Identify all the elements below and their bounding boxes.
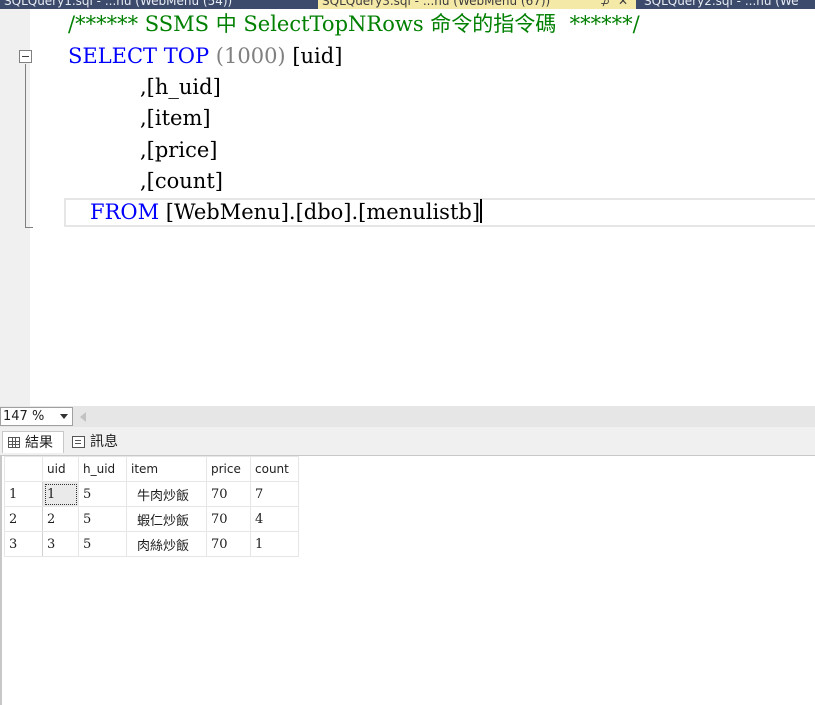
cell-uid[interactable]: 1 xyxy=(42,481,79,507)
table-row[interactable]: 3 3 5 肉絲炒飯 70 1 xyxy=(4,531,299,557)
column-line: ,[price] xyxy=(140,138,218,162)
scroll-left-icon[interactable] xyxy=(80,412,86,422)
cell-count[interactable]: 7 xyxy=(250,481,299,507)
table-row[interactable]: 1 1 5 牛肉炒飯 70 7 xyxy=(4,481,299,507)
cell-item[interactable]: 蝦仁炒飯 xyxy=(126,506,207,532)
row-number[interactable]: 3 xyxy=(4,531,43,557)
tab-results-label: 結果 xyxy=(25,435,53,451)
fold-guide-end xyxy=(25,227,33,228)
top-count: (1000) xyxy=(209,44,293,68)
column-header-h-uid[interactable]: h_uid xyxy=(78,456,127,482)
from-table: [WebMenu].[dbo].[menulistb] xyxy=(159,200,481,224)
keyword-select: SELECT xyxy=(68,44,158,68)
fold-guide xyxy=(25,64,26,227)
from-line: FROM [WebMenu].[dbo].[menulistb] xyxy=(90,197,483,228)
cell-count[interactable]: 4 xyxy=(250,506,299,532)
cell-uid[interactable]: 3 xyxy=(42,531,79,557)
text-caret xyxy=(480,199,483,223)
comment-line: /****** SSMS 中 SelectTopNRows 命令的指令碼 ***… xyxy=(68,12,640,36)
result-tabs: 結果 訊息 xyxy=(0,427,815,456)
table-row[interactable]: 2 2 5 蝦仁炒飯 70 4 xyxy=(4,506,299,532)
column-header-price[interactable]: price xyxy=(206,456,251,482)
header-row: uid h_uid item price count xyxy=(4,456,299,482)
tab-label: SQLQuery3.sql - ...nu (WebMenu (67)) xyxy=(322,0,551,8)
close-tab-icon[interactable]: ✕ xyxy=(618,0,628,9)
column-header-uid[interactable]: uid xyxy=(42,456,79,482)
tab-sqlquery3[interactable]: SQLQuery3.sql - ...nu (WebMenu (67)) ⊅ ✕ xyxy=(318,0,636,9)
results-table: uid h_uid item price count 1 1 5 牛肉炒飯 70… xyxy=(4,456,299,557)
pin-icon[interactable]: ⊅ xyxy=(600,0,610,9)
editor-status-strip: 147 % xyxy=(0,406,815,427)
tab-messages-label: 訊息 xyxy=(90,434,118,450)
select-line: SELECT TOP (1000) [uid] xyxy=(68,41,342,72)
cell-item[interactable]: 牛肉炒飯 xyxy=(126,481,207,507)
cell-price[interactable]: 70 xyxy=(206,481,251,507)
cell-item[interactable]: 肉絲炒飯 xyxy=(126,531,207,557)
tab-results[interactable]: 結果 xyxy=(2,431,64,453)
keyword-top: TOP xyxy=(163,44,210,68)
column-header-count[interactable]: count xyxy=(250,456,299,482)
corner-cell[interactable] xyxy=(4,456,43,482)
cell-h-uid[interactable]: 5 xyxy=(78,531,127,557)
chevron-down-icon[interactable] xyxy=(60,414,68,419)
cell-uid[interactable]: 2 xyxy=(42,506,79,532)
message-icon xyxy=(72,436,85,448)
zoom-value: 147 % xyxy=(3,409,45,424)
document-tab-strip: SQLQuery1.sql - ...nu (WebMenu (54)) SQL… xyxy=(0,0,815,9)
tab-label: SQLQuery1.sql - ...nu (WebMenu (54)) xyxy=(4,0,233,8)
results-grid[interactable]: uid h_uid item price count 1 1 5 牛肉炒飯 70… xyxy=(0,456,815,705)
tab-label: SQLQuery2.sql - ...nu (We xyxy=(644,0,799,8)
column-header-item[interactable]: item xyxy=(126,456,207,482)
cell-price[interactable]: 70 xyxy=(206,506,251,532)
row-number[interactable]: 1 xyxy=(4,481,43,507)
tab-sqlquery1[interactable]: SQLQuery1.sql - ...nu (WebMenu (54)) xyxy=(0,0,300,9)
row-number[interactable]: 2 xyxy=(4,506,43,532)
column-line: ,[h_uid] xyxy=(140,75,221,99)
keyword-from: FROM xyxy=(90,200,160,224)
cell-h-uid[interactable]: 5 xyxy=(78,506,127,532)
query-editor[interactable]: /****** SSMS 中 SelectTopNRows 命令的指令碼 ***… xyxy=(0,9,815,406)
collapse-region-icon[interactable] xyxy=(19,50,32,63)
column-uid: [uid] xyxy=(292,44,343,68)
tab-messages[interactable]: 訊息 xyxy=(68,431,128,453)
cell-price[interactable]: 70 xyxy=(206,531,251,557)
zoom-dropdown[interactable]: 147 % xyxy=(0,407,73,426)
cell-count[interactable]: 1 xyxy=(250,531,299,557)
tab-sqlquery2[interactable]: SQLQuery2.sql - ...nu (We xyxy=(640,0,815,9)
cell-h-uid[interactable]: 5 xyxy=(78,481,127,507)
code-area[interactable]: /****** SSMS 中 SelectTopNRows 命令的指令碼 ***… xyxy=(30,9,815,406)
grid-icon xyxy=(8,437,20,448)
column-line: ,[item] xyxy=(140,106,211,130)
column-line: ,[count] xyxy=(140,169,223,193)
